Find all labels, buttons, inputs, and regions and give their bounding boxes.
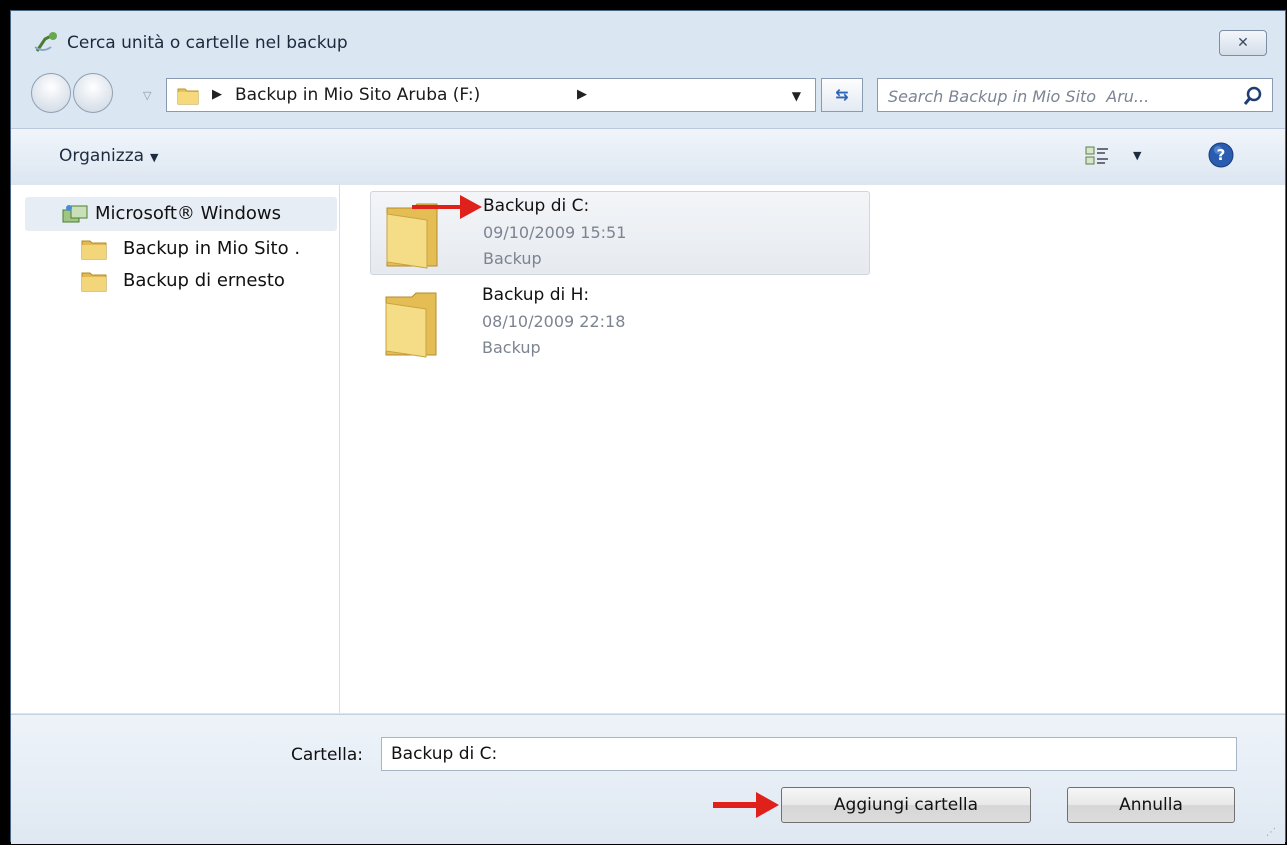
folder-icon — [385, 292, 437, 358]
file-date: 09/10/2009 15:51 — [483, 223, 627, 242]
breadcrumb-chevron-icon[interactable]: ▶ — [212, 87, 222, 102]
bottom-panel: Cartella: Aggiungi cartella Annulla ⋰ — [11, 714, 1285, 844]
refresh-icon: ⇆ — [835, 85, 849, 104]
folder-icon — [81, 272, 107, 292]
window-title: Cerca unità o cartelle nel backup — [67, 33, 348, 53]
file-type: Backup — [482, 338, 541, 357]
history-dropdown-icon[interactable]: ▽ — [143, 89, 151, 102]
tree-item-label: Backup di ernesto — [123, 270, 285, 291]
folder-label: Cartella: — [291, 745, 363, 765]
red-arrow-annotation-icon — [713, 792, 779, 818]
refresh-button[interactable]: ⇆ — [821, 78, 863, 112]
close-icon: ✕ — [1237, 35, 1249, 51]
organize-label: Organizza — [59, 146, 145, 166]
tree-item-microsoft-windows[interactable]: Microsoft® Windows — [25, 197, 337, 231]
backup-app-icon — [34, 32, 57, 52]
list-item-backup-h[interactable]: Backup di H: 08/10/2009 22:18 Backup — [370, 281, 870, 365]
breadcrumb-drive[interactable]: Backup in Mio Sito Aruba (F:) — [235, 85, 480, 105]
folder-icon — [177, 88, 199, 105]
dialog-window: Cerca unità o cartelle nel backup ✕ ▽ ▶ … — [10, 10, 1286, 844]
help-icon[interactable]: ? — [1208, 142, 1234, 168]
organize-menu[interactable]: Organizza ▼ — [59, 146, 159, 166]
cancel-button[interactable]: Annulla — [1067, 787, 1235, 823]
tree-item-label: Microsoft® Windows — [95, 203, 281, 224]
forward-button[interactable] — [73, 73, 113, 113]
command-toolbar: Organizza ▼ ▼ ? — [11, 128, 1285, 186]
file-date: 08/10/2009 22:18 — [482, 312, 626, 331]
red-arrow-annotation-icon — [412, 195, 482, 219]
search-box[interactable] — [877, 78, 1273, 112]
title-bar: Cerca unità o cartelle nel backup ✕ — [11, 11, 1285, 66]
back-button[interactable] — [31, 73, 71, 113]
navigation-pane: Microsoft® Windows Backup in Mio Sito . … — [11, 185, 340, 713]
file-type: Backup — [483, 249, 542, 268]
resize-grip-icon[interactable]: ⋰ — [1266, 827, 1277, 838]
tree-item-backup-ernesto[interactable]: Backup di ernesto — [81, 267, 339, 297]
chevron-down-icon: ▼ — [150, 151, 159, 164]
tree-item-label: Backup in Mio Sito . — [123, 238, 301, 259]
search-input[interactable] — [886, 83, 1230, 109]
breadcrumb-chevron-icon[interactable]: ▶ — [577, 87, 587, 102]
folder-name-input[interactable] — [381, 737, 1237, 771]
backup-drive-icon — [62, 205, 88, 223]
search-icon[interactable] — [1242, 85, 1264, 107]
tree-item-backup-mio-sito[interactable]: Backup in Mio Sito . — [81, 235, 339, 265]
close-button[interactable]: ✕ — [1219, 30, 1267, 56]
file-list: Backup di C: 09/10/2009 15:51 Backup Bac… — [340, 185, 1285, 713]
address-bar[interactable]: ▶ Backup in Mio Sito Aruba (F:) ▶ ▼ — [166, 78, 816, 112]
file-name: Backup di H: — [482, 285, 590, 305]
view-options-icon[interactable] — [1085, 145, 1109, 167]
view-dropdown-icon[interactable]: ▼ — [1133, 149, 1141, 162]
file-name: Backup di C: — [483, 196, 590, 216]
folder-icon — [81, 240, 107, 260]
add-folder-button[interactable]: Aggiungi cartella — [781, 787, 1031, 823]
address-dropdown-icon[interactable]: ▼ — [792, 89, 801, 103]
svg-text:?: ? — [1217, 146, 1226, 164]
